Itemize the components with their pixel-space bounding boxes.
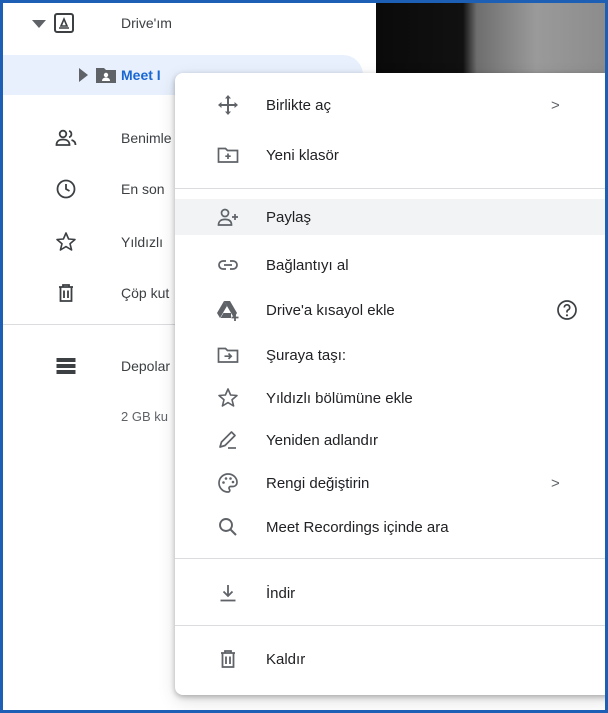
drive-shortcut-icon: [216, 298, 240, 322]
clock-icon: [54, 177, 78, 201]
palette-icon: [216, 471, 240, 495]
menu-item-add-shortcut[interactable]: Drive'a kısayol ekle: [175, 292, 605, 328]
storage-usage-label: 2 GB ku: [121, 408, 168, 424]
menu-item-get-link[interactable]: Bağlantıyı al: [175, 247, 605, 283]
sidebar-label-meet: Meet I: [121, 67, 161, 83]
add-person-icon: [216, 205, 240, 229]
menu-divider: [175, 558, 605, 559]
help-icon[interactable]: [555, 298, 579, 322]
trash-icon: [216, 647, 240, 671]
sidebar-label-recent: En son: [121, 181, 165, 197]
menu-label-add-starred: Yıldızlı bölümüne ekle: [266, 389, 413, 407]
menu-item-share[interactable]: Paylaş: [175, 199, 605, 235]
download-icon: [216, 581, 240, 605]
menu-label-move-to: Şuraya taşı:: [266, 346, 347, 364]
shared-folder-icon: [94, 63, 118, 87]
star-icon: [54, 230, 78, 254]
sidebar-label-trash: Çöp kut: [121, 285, 170, 301]
menu-item-new-folder[interactable]: Yeni klasör: [175, 137, 605, 173]
sidebar-label-shared: Benimle: [121, 130, 172, 146]
menu-label-change-color: Rengi değiştirin: [266, 474, 370, 492]
menu-item-add-starred[interactable]: Yıldızlı bölümüne ekle: [175, 380, 605, 416]
menu-label-open-with: Birlikte aç: [266, 96, 332, 114]
menu-item-search-in[interactable]: Meet Recordings içinde ara: [175, 509, 605, 545]
menu-label-new-folder: Yeni klasör: [266, 146, 339, 164]
sidebar-label-storage: Depolar: [121, 358, 171, 374]
new-folder-icon: [216, 143, 240, 167]
sidebar-divider: [3, 324, 178, 325]
sidebar-label-starred: Yıldızlı: [121, 234, 164, 250]
submenu-arrow-icon: >: [551, 474, 560, 492]
submenu-arrow-icon: >: [551, 96, 560, 114]
menu-item-change-color[interactable]: Rengi değiştirin >: [175, 465, 605, 501]
move-to-folder-icon: [216, 343, 240, 367]
menu-label-rename: Yeniden adlandır: [266, 431, 379, 449]
menu-label-download: İndir: [266, 584, 296, 602]
star-outline-icon: [216, 386, 240, 410]
menu-label-remove: Kaldır: [266, 650, 306, 668]
search-icon: [216, 515, 240, 539]
menu-item-download[interactable]: İndir: [175, 575, 605, 611]
my-drive-icon: [52, 11, 76, 35]
sidebar-label-my-drive: Drive'ım: [121, 15, 172, 31]
drive-window: Drive'ım Meet I Benimle En son Yıldızlı …: [0, 0, 608, 713]
open-with-icon: [216, 93, 240, 117]
expand-right-arrow-icon[interactable]: [71, 63, 88, 87]
menu-label-share: Paylaş: [266, 208, 312, 226]
shared-people-icon: [54, 126, 78, 150]
sidebar-item-my-drive[interactable]: Drive'ım: [3, 3, 373, 43]
pencil-icon: [216, 428, 240, 452]
menu-label-get-link: Bağlantıyı al: [266, 256, 349, 274]
expand-arrow-icon[interactable]: [27, 11, 46, 35]
menu-item-move-to[interactable]: Şuraya taşı:: [175, 337, 605, 373]
menu-label-add-shortcut: Drive'a kısayol ekle: [266, 301, 395, 319]
menu-label-search-in: Meet Recordings içinde ara: [266, 518, 449, 536]
storage-icon: [54, 354, 78, 378]
menu-divider: [175, 188, 605, 189]
menu-divider: [175, 625, 605, 626]
menu-item-remove[interactable]: Kaldır: [175, 641, 605, 677]
context-menu: Birlikte aç > Yeni klasör Paylaş Bağlant…: [175, 73, 605, 695]
menu-item-rename[interactable]: Yeniden adlandır: [175, 422, 605, 458]
background-preview-image: [376, 3, 605, 73]
menu-item-open-with[interactable]: Birlikte aç >: [175, 87, 605, 123]
link-icon: [216, 253, 240, 277]
trash-icon: [54, 281, 78, 305]
